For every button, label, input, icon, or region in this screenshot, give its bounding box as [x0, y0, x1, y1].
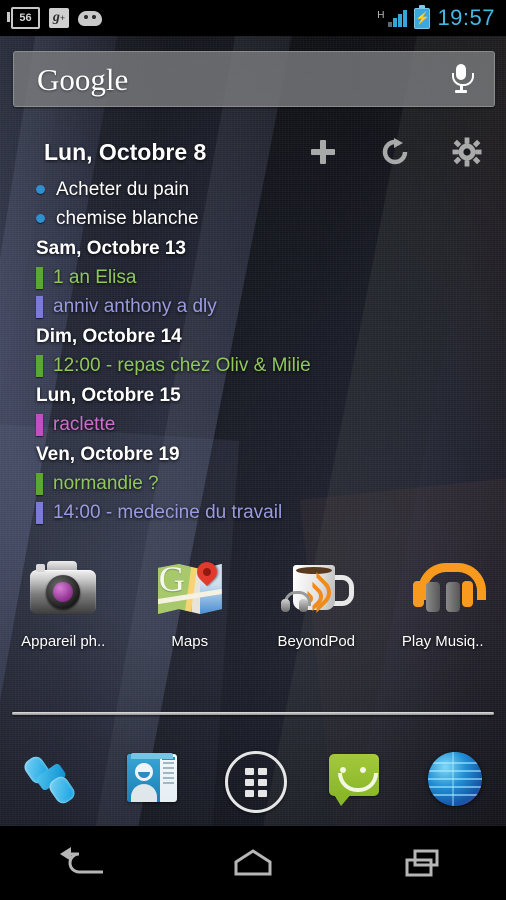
calendar-event-item[interactable]: 14:00 - medecine du travail: [36, 501, 506, 524]
browser-icon: [423, 747, 487, 811]
home-icon: [234, 849, 272, 876]
google-plus-icon: g +: [49, 8, 69, 28]
calendar-current-date: Lun, Octobre 8: [44, 138, 207, 165]
calendar-date-header: Lun, Octobre 15: [36, 383, 506, 409]
phone-icon: [19, 747, 83, 811]
dock-divider: [12, 712, 494, 715]
recents-button[interactable]: [337, 846, 506, 880]
event-label: 1 an Elisa: [53, 266, 137, 288]
app-item-beyondpod[interactable]: BeyondPod: [253, 553, 380, 663]
dock-item-contacts[interactable]: [101, 747, 202, 811]
calendar-event-item[interactable]: 12:00 - repas chez Oliv & Milie: [36, 354, 506, 377]
calendar-date-label: Ven, Octobre 19: [36, 444, 180, 465]
calendar-task-item[interactable]: Acheter du pain: [36, 178, 506, 201]
sms-unread-icon: 56: [7, 7, 40, 29]
google-search-bar[interactable]: Google: [13, 51, 495, 107]
network-type-label: H: [377, 10, 385, 21]
status-bar-system: H ⚡ 19:57: [377, 4, 506, 31]
app-item-camera[interactable]: Appareil ph..: [0, 553, 127, 663]
back-button[interactable]: [0, 846, 169, 880]
event-color-bar: [36, 266, 43, 289]
event-color-bar: [36, 295, 43, 318]
calendar-date-label: Dim, Octobre 14: [36, 326, 182, 347]
gear-icon[interactable]: [452, 137, 482, 167]
event-color-bar: [36, 472, 43, 495]
messaging-icon: [322, 747, 386, 811]
calendar-date-header: Dim, Octobre 14: [36, 324, 506, 350]
calendar-widget-header: Lun, Octobre 8: [0, 128, 506, 176]
status-bar-clock: 19:57: [437, 5, 495, 30]
event-color-bar: [36, 354, 43, 377]
event-color-bar: [36, 413, 43, 436]
event-label: raclette: [53, 413, 116, 435]
status-bar-notifications[interactable]: 56 g +: [0, 7, 102, 29]
google-logo: Google: [37, 61, 129, 97]
home-button[interactable]: [169, 846, 338, 880]
calendar-date-header: Sam, Octobre 13: [36, 236, 506, 262]
event-label: 14:00 - medecine du travail: [53, 501, 283, 523]
calendar-date-label: Lun, Octobre 15: [36, 385, 181, 406]
calendar-widget[interactable]: Lun, Octobre 8 Acheter du pain chemise b…: [0, 128, 506, 530]
android-system-icon: [78, 10, 102, 26]
google-maps-icon: G: [154, 553, 226, 625]
android-home-screen: 56 g + H ⚡ 19:57 Google Lun, Octobre 8 A…: [0, 0, 506, 900]
calendar-entry-list[interactable]: Acheter du pain chemise blanche Sam, Octob…: [0, 176, 506, 524]
contacts-icon: [120, 747, 184, 811]
task-label: Acheter du pain: [56, 178, 190, 200]
navigation-bar[interactable]: [0, 826, 506, 900]
dock-item-phone[interactable]: [0, 747, 101, 811]
calendar-event-item[interactable]: raclette: [36, 413, 506, 436]
play-music-icon: [407, 553, 486, 625]
dock-item-messaging[interactable]: [304, 747, 405, 811]
app-drawer-icon: [221, 747, 287, 813]
app-label: Maps: [171, 633, 209, 650]
dock-item-browser[interactable]: [405, 747, 506, 811]
app-label: BeyondPod: [277, 633, 356, 650]
battery-charging-icon: ⚡: [414, 4, 431, 29]
beyondpod-icon: [280, 553, 355, 625]
app-label: Play Musiq..: [401, 633, 484, 650]
app-label: Appareil ph..: [21, 633, 106, 650]
task-label: chemise blanche: [56, 207, 199, 229]
camera-icon: [27, 553, 99, 625]
recent-apps-icon: [405, 849, 439, 877]
calendar-date-label: Sam, Octobre 13: [36, 238, 186, 259]
app-item-play-music[interactable]: Play Musiq..: [380, 553, 506, 663]
dock-item-app-drawer[interactable]: [202, 747, 303, 813]
calendar-date-header: Ven, Octobre 19: [36, 442, 506, 468]
calendar-event-item[interactable]: normandie ?: [36, 472, 506, 495]
add-event-button[interactable]: [308, 137, 338, 167]
event-label: anniv anthony a dly: [53, 295, 217, 317]
refresh-button[interactable]: [380, 137, 410, 167]
calendar-task-item[interactable]: chemise blanche: [36, 207, 506, 230]
app-item-google-maps[interactable]: G Maps: [127, 553, 254, 663]
back-arrow-icon: [60, 847, 104, 874]
status-bar[interactable]: 56 g + H ⚡ 19:57: [0, 0, 506, 36]
task-bullet-icon: [36, 185, 45, 194]
favorites-dock[interactable]: [0, 733, 506, 825]
task-bullet-icon: [36, 214, 45, 223]
event-color-bar: [36, 501, 43, 524]
microphone-icon[interactable]: [452, 64, 474, 94]
calendar-event-item[interactable]: 1 an Elisa: [36, 266, 506, 289]
event-label: 12:00 - repas chez Oliv & Milie: [53, 354, 311, 376]
signal-bars-icon: [388, 9, 408, 27]
calendar-event-item[interactable]: anniv anthony a dly: [36, 295, 506, 318]
event-label: normandie ?: [53, 472, 159, 494]
home-app-row[interactable]: Appareil ph.. G Maps BeyondPod Play Musiq..: [0, 553, 506, 663]
